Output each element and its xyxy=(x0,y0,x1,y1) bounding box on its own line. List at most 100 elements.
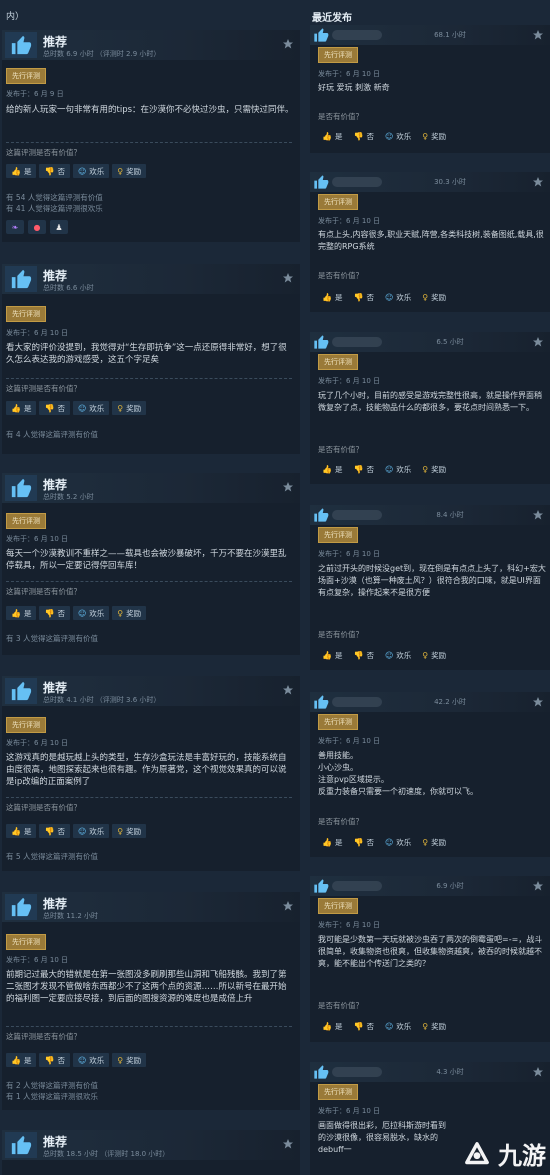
award-button[interactable]: ♀ 奖励 xyxy=(112,164,147,178)
posted-date: 发布于：6 月 10 日 xyxy=(318,1107,381,1115)
star-icon[interactable] xyxy=(532,29,544,41)
star-icon[interactable] xyxy=(282,1138,294,1150)
thumbs-up-icon xyxy=(5,32,37,58)
star-icon[interactable] xyxy=(532,880,544,892)
thumbs-down-icon: 👎 xyxy=(353,292,364,302)
star-icon[interactable] xyxy=(532,509,544,521)
star-icon[interactable] xyxy=(532,336,544,348)
avatar xyxy=(332,177,382,187)
button-label: 欢乐 xyxy=(396,650,412,660)
vote-yes-button[interactable]: 👍 是 xyxy=(318,835,346,849)
vote-yes-button[interactable]: 👍 是 xyxy=(318,129,346,143)
vote-no-button[interactable]: 👎 否 xyxy=(39,1053,70,1067)
review-text-line: 善用技能。 xyxy=(318,751,358,760)
vote-no-button[interactable]: 👎 否 xyxy=(39,401,70,415)
vote-yes-button[interactable]: 👍 是 xyxy=(6,606,37,620)
thumbs-down-icon: 👎 xyxy=(44,403,55,413)
vote-funny-button[interactable]: ☺ 欢乐 xyxy=(72,164,110,178)
recent-header: 最近发布 xyxy=(312,13,352,24)
vote-yes-button[interactable]: 👍 是 xyxy=(6,401,37,415)
star-icon[interactable] xyxy=(532,696,544,708)
vote-no-button[interactable]: 👎 否 xyxy=(349,462,377,476)
vote-no-button[interactable]: 👎 否 xyxy=(39,164,70,178)
button-label: 否 xyxy=(57,403,65,413)
vote-funny-button[interactable]: ☺ 欢乐 xyxy=(72,606,110,620)
award-button[interactable]: ♀ 奖励 xyxy=(418,462,450,476)
helpful-question: 这篇评测是否有价值？ xyxy=(6,587,81,596)
helpful-count: 有 5 人觉得这篇评测有价值 xyxy=(6,852,99,861)
review-card: 推荐 总时数 18.5 小时 （评测时 18.0 小时） xyxy=(2,1130,300,1175)
award-button[interactable]: ♀ 奖励 xyxy=(418,290,450,304)
vote-buttons: 👍 是 👎 否 ☺ 欢乐 ♀ 奖励 xyxy=(318,1019,450,1033)
star-icon[interactable] xyxy=(282,900,294,912)
vote-no-button[interactable]: 👎 否 xyxy=(349,648,377,662)
vote-no-button[interactable]: 👎 否 xyxy=(39,824,70,838)
vote-funny-button[interactable]: ☺ 欢乐 xyxy=(72,824,110,838)
early-access-badge: 先行评测 xyxy=(6,68,46,84)
award-button[interactable]: ♀ 奖励 xyxy=(418,129,450,143)
vote-yes-button[interactable]: 👍 是 xyxy=(318,462,346,476)
award-icon: ♀ xyxy=(422,650,429,660)
smile-icon: ☺ xyxy=(384,650,394,660)
button-label: 否 xyxy=(366,464,374,474)
award-button[interactable]: ♀ 奖励 xyxy=(418,1019,450,1033)
review-hours: 总时数 6.9 小时 （评测时 2.9 小时） xyxy=(43,50,161,58)
vote-funny-button[interactable]: ☺ 欢乐 xyxy=(381,290,415,304)
smile-icon: ☺ xyxy=(384,131,394,141)
vote-yes-button[interactable]: 👍 是 xyxy=(6,164,37,178)
vote-no-button[interactable]: 👎 否 xyxy=(349,835,377,849)
award-button[interactable]: ♀ 奖励 xyxy=(418,648,450,662)
vote-no-button[interactable]: 👎 否 xyxy=(349,129,377,143)
avatar xyxy=(332,337,382,347)
posted-date: 发布于：6 月 9 日 xyxy=(6,90,64,98)
thumbs-up-icon: 👍 xyxy=(322,464,332,474)
button-label: 是 xyxy=(23,166,32,176)
vote-funny-button[interactable]: ☺ 欢乐 xyxy=(381,129,415,143)
award-2-icon[interactable]: ● xyxy=(28,220,46,234)
posted-date: 发布于：6 月 10 日 xyxy=(6,956,69,964)
star-icon[interactable] xyxy=(282,481,294,493)
award-1-icon[interactable]: ❧ xyxy=(6,220,24,234)
vote-funny-button[interactable]: ☺ 欢乐 xyxy=(72,1053,110,1067)
award-3-icon[interactable]: ♟ xyxy=(50,220,68,234)
vote-no-button[interactable]: 👎 否 xyxy=(349,1019,377,1033)
button-label: 奖励 xyxy=(126,608,142,618)
review-hours: 总时数 11.2 小时 xyxy=(43,912,99,920)
vote-funny-button[interactable]: ☺ 欢乐 xyxy=(381,648,415,662)
award-button[interactable]: ♀ 奖励 xyxy=(112,606,147,620)
vote-no-button[interactable]: 👎 否 xyxy=(349,290,377,304)
award-button[interactable]: ♀ 奖励 xyxy=(112,1053,147,1067)
vote-yes-button[interactable]: 👍 是 xyxy=(318,648,346,662)
vote-yes-button[interactable]: 👍 是 xyxy=(318,290,346,304)
thumbs-down-icon: 👎 xyxy=(44,166,55,176)
vote-funny-button[interactable]: ☺ 欢乐 xyxy=(381,835,415,849)
vote-yes-button[interactable]: 👍 是 xyxy=(318,1019,346,1033)
awards-row: ❧ ● ♟ xyxy=(6,220,68,234)
award-button[interactable]: ♀ 奖励 xyxy=(112,401,147,415)
award-icon: ♀ xyxy=(117,1055,124,1065)
vote-yes-button[interactable]: 👍 是 xyxy=(6,1053,37,1067)
button-label: 奖励 xyxy=(431,292,447,302)
star-icon[interactable] xyxy=(282,38,294,50)
divider xyxy=(6,378,292,379)
vote-funny-button[interactable]: ☺ 欢乐 xyxy=(72,401,110,415)
award-button[interactable]: ♀ 奖励 xyxy=(418,835,450,849)
thumbs-up-icon xyxy=(5,266,37,292)
star-icon[interactable] xyxy=(532,1066,544,1078)
star-icon[interactable] xyxy=(532,176,544,188)
review-text: 给的新人玩家一句非常有用的tips：在沙漠你不必快过沙虫，只需快过同伴。 xyxy=(6,105,294,115)
button-label: 否 xyxy=(57,1055,65,1065)
star-icon[interactable] xyxy=(282,272,294,284)
vote-yes-button[interactable]: 👍 是 xyxy=(6,824,37,838)
award-button[interactable]: ♀ 奖励 xyxy=(112,824,147,838)
vote-funny-button[interactable]: ☺ 欢乐 xyxy=(381,462,415,476)
review-text-line: 小心沙虫。 xyxy=(318,763,358,772)
vote-buttons: 👍 是 👎 否 ☺ 欢乐 ♀ 奖励 xyxy=(318,648,450,662)
posted-date: 发布于：6 月 10 日 xyxy=(6,535,69,543)
early-access-badge: 先行评测 xyxy=(6,717,46,733)
vote-no-button[interactable]: 👎 否 xyxy=(39,606,70,620)
recent-review-card: 42.2 小时 先行评测 发布于：6 月 10 日 善用技能。 小心沙虫。 注意… xyxy=(310,692,550,857)
smile-icon: ☺ xyxy=(77,403,87,413)
star-icon[interactable] xyxy=(282,684,294,696)
vote-funny-button[interactable]: ☺ 欢乐 xyxy=(381,1019,415,1033)
